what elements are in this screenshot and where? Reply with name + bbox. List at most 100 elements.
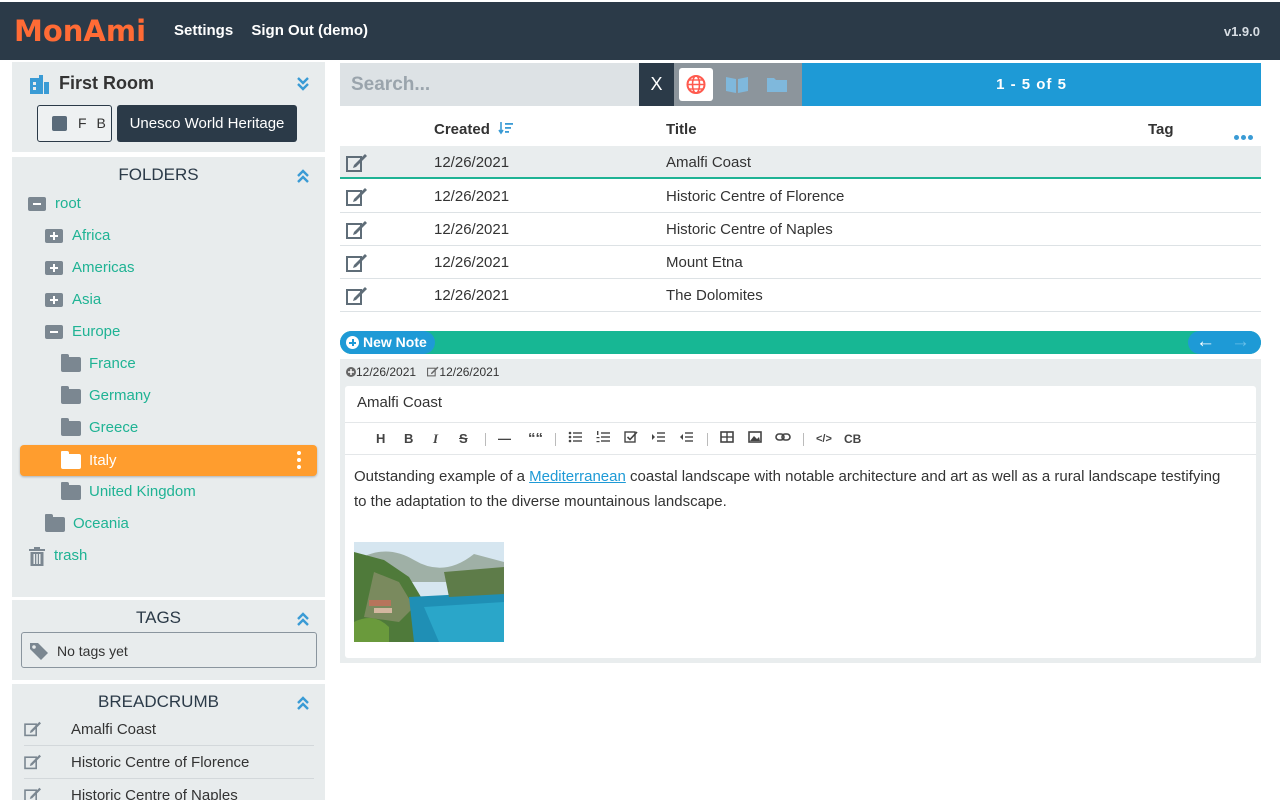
- table-row[interactable]: 12/26/2021 The Dolomites: [340, 279, 1261, 312]
- folder-europe[interactable]: Europe: [45, 319, 120, 345]
- folder-americas[interactable]: Americas: [45, 255, 135, 281]
- expand-plus-icon[interactable]: [45, 293, 63, 308]
- tags-input[interactable]: No tags yet: [21, 632, 317, 668]
- note-body[interactable]: Outstanding example of a Mediterranean c…: [354, 464, 1234, 514]
- folder-icon: [767, 78, 787, 92]
- modified-edit-icon: [427, 366, 439, 377]
- column-header-created[interactable]: Created: [434, 113, 514, 146]
- settings-link[interactable]: Settings: [174, 22, 233, 39]
- folder-asia[interactable]: Asia: [45, 287, 101, 313]
- tags-collapse-icon[interactable]: [295, 611, 311, 627]
- row-title: Amalfi Coast: [666, 154, 752, 171]
- collection-button[interactable]: Unesco World Heritage: [117, 105, 297, 142]
- folder-trash[interactable]: trash: [29, 543, 87, 569]
- folder-root[interactable]: root: [28, 191, 81, 217]
- globe-icon: [686, 75, 706, 94]
- app-version: v1.9.0: [1223, 24, 1260, 39]
- row-title: The Dolomites: [666, 287, 763, 304]
- folder-icon: [61, 481, 81, 500]
- folder-italy-selected[interactable]: Italy: [20, 445, 317, 476]
- toolbar-divider: [555, 433, 556, 446]
- expand-plus-icon[interactable]: [45, 229, 63, 244]
- indent-icon[interactable]: [651, 430, 665, 448]
- edit-icon[interactable]: [346, 286, 368, 306]
- folder-menu-icon[interactable]: [297, 451, 301, 471]
- column-header-tag[interactable]: Tag: [1148, 113, 1174, 146]
- outdent-icon[interactable]: [679, 430, 693, 448]
- mediterranean-link[interactable]: Mediterranean: [529, 468, 626, 485]
- edit-icon[interactable]: [346, 220, 368, 240]
- folder-united-kingdom[interactable]: United Kingdom: [61, 479, 196, 505]
- search-bar: X 1 - 5 of 5: [340, 63, 1261, 106]
- sort-desc-icon[interactable]: [498, 120, 514, 136]
- folder-africa[interactable]: Africa: [45, 223, 110, 249]
- column-header-title[interactable]: Title: [666, 113, 697, 146]
- bold-button[interactable]: B: [404, 430, 413, 448]
- folder-france[interactable]: France: [61, 351, 136, 377]
- folders-panel: FOLDERS root Africa Americas Asia Europe…: [12, 157, 325, 597]
- link-icon[interactable]: [775, 430, 791, 448]
- breadcrumb-collapse-icon[interactable]: [295, 695, 311, 711]
- tags-empty-text: No tags yet: [57, 643, 128, 659]
- app-logo[interactable]: MonAmi: [14, 13, 146, 49]
- folder-icon: [61, 450, 81, 469]
- scope-all-button[interactable]: [679, 68, 713, 101]
- collapse-minus-icon[interactable]: [28, 197, 46, 212]
- breadcrumb-item[interactable]: Amalfi Coast: [24, 713, 314, 746]
- row-created: 12/26/2021: [434, 221, 510, 238]
- image-icon[interactable]: [748, 430, 762, 448]
- table-row[interactable]: 12/26/2021 Historic Centre of Florence: [340, 180, 1261, 213]
- note-title[interactable]: Amalfi Coast: [357, 394, 442, 411]
- room-collapse-icon[interactable]: [295, 76, 311, 92]
- horizontal-rule-button[interactable]: —: [498, 430, 511, 448]
- tags-title: TAGS: [135, 608, 182, 627]
- room-title: First Room: [59, 73, 155, 93]
- breadcrumb-item[interactable]: Historic Centre of Naples: [24, 779, 314, 800]
- table-row[interactable]: 12/26/2021 Amalfi Coast: [340, 146, 1261, 179]
- breadcrumb-title: BREADCRUMB: [98, 692, 219, 711]
- new-note-button[interactable]: New Note: [340, 331, 435, 354]
- code-block-button[interactable]: CB: [844, 430, 861, 448]
- table-row[interactable]: 12/26/2021 Historic Centre of Naples: [340, 213, 1261, 246]
- edit-icon[interactable]: [346, 253, 368, 273]
- folder-icon: [61, 385, 81, 404]
- scope-folder-button[interactable]: [760, 68, 794, 101]
- editor-toolbar: H B I S — ““ </> CB: [345, 422, 1256, 455]
- arrow-left-icon[interactable]: ←: [1196, 331, 1215, 353]
- row-created: 12/26/2021: [434, 254, 510, 271]
- book-icon: [726, 77, 748, 93]
- heading-button[interactable]: H: [376, 430, 385, 448]
- inline-code-button[interactable]: </>: [816, 430, 832, 448]
- fb-button[interactable]: F B: [37, 105, 112, 142]
- italic-button[interactable]: I: [433, 430, 438, 448]
- row-created: 12/26/2021: [434, 188, 510, 205]
- folders-collapse-icon[interactable]: [295, 168, 311, 184]
- expand-plus-icon[interactable]: [45, 261, 63, 276]
- arrow-right-icon[interactable]: →: [1231, 331, 1250, 353]
- bullet-list-icon[interactable]: [568, 430, 582, 448]
- note-editor[interactable]: Amalfi Coast H B I S — ““ </> CB Outstan…: [345, 386, 1256, 658]
- toolbar-divider: [707, 433, 708, 446]
- edit-icon[interactable]: [346, 153, 368, 173]
- column-options-icon[interactable]: [1232, 127, 1253, 145]
- table-icon[interactable]: [720, 430, 734, 448]
- sidebar: First Room F B Unesco World Heritage FOL…: [12, 62, 325, 800]
- folder-greece[interactable]: Greece: [61, 415, 138, 441]
- numbered-list-icon[interactable]: [596, 430, 610, 448]
- created-plus-icon: [346, 367, 356, 377]
- checklist-icon[interactable]: [624, 430, 638, 448]
- strikethrough-button[interactable]: S: [459, 430, 468, 448]
- folder-germany[interactable]: Germany: [61, 383, 151, 409]
- breadcrumb-item[interactable]: Historic Centre of Florence: [24, 746, 314, 779]
- sign-out-link[interactable]: Sign Out (demo): [251, 22, 368, 39]
- note-created-date: 12/26/2021: [356, 365, 417, 379]
- edit-icon[interactable]: [346, 187, 368, 207]
- collapse-minus-icon[interactable]: [45, 325, 63, 340]
- scope-room-button[interactable]: [720, 68, 754, 101]
- table-row[interactable]: 12/26/2021 Mount Etna: [340, 246, 1261, 279]
- folder-oceania[interactable]: Oceania: [45, 511, 129, 537]
- search-input[interactable]: [340, 63, 639, 106]
- quote-button[interactable]: ““: [528, 430, 543, 448]
- amalfi-coast-image: [354, 542, 504, 642]
- clear-search-button[interactable]: X: [639, 63, 674, 106]
